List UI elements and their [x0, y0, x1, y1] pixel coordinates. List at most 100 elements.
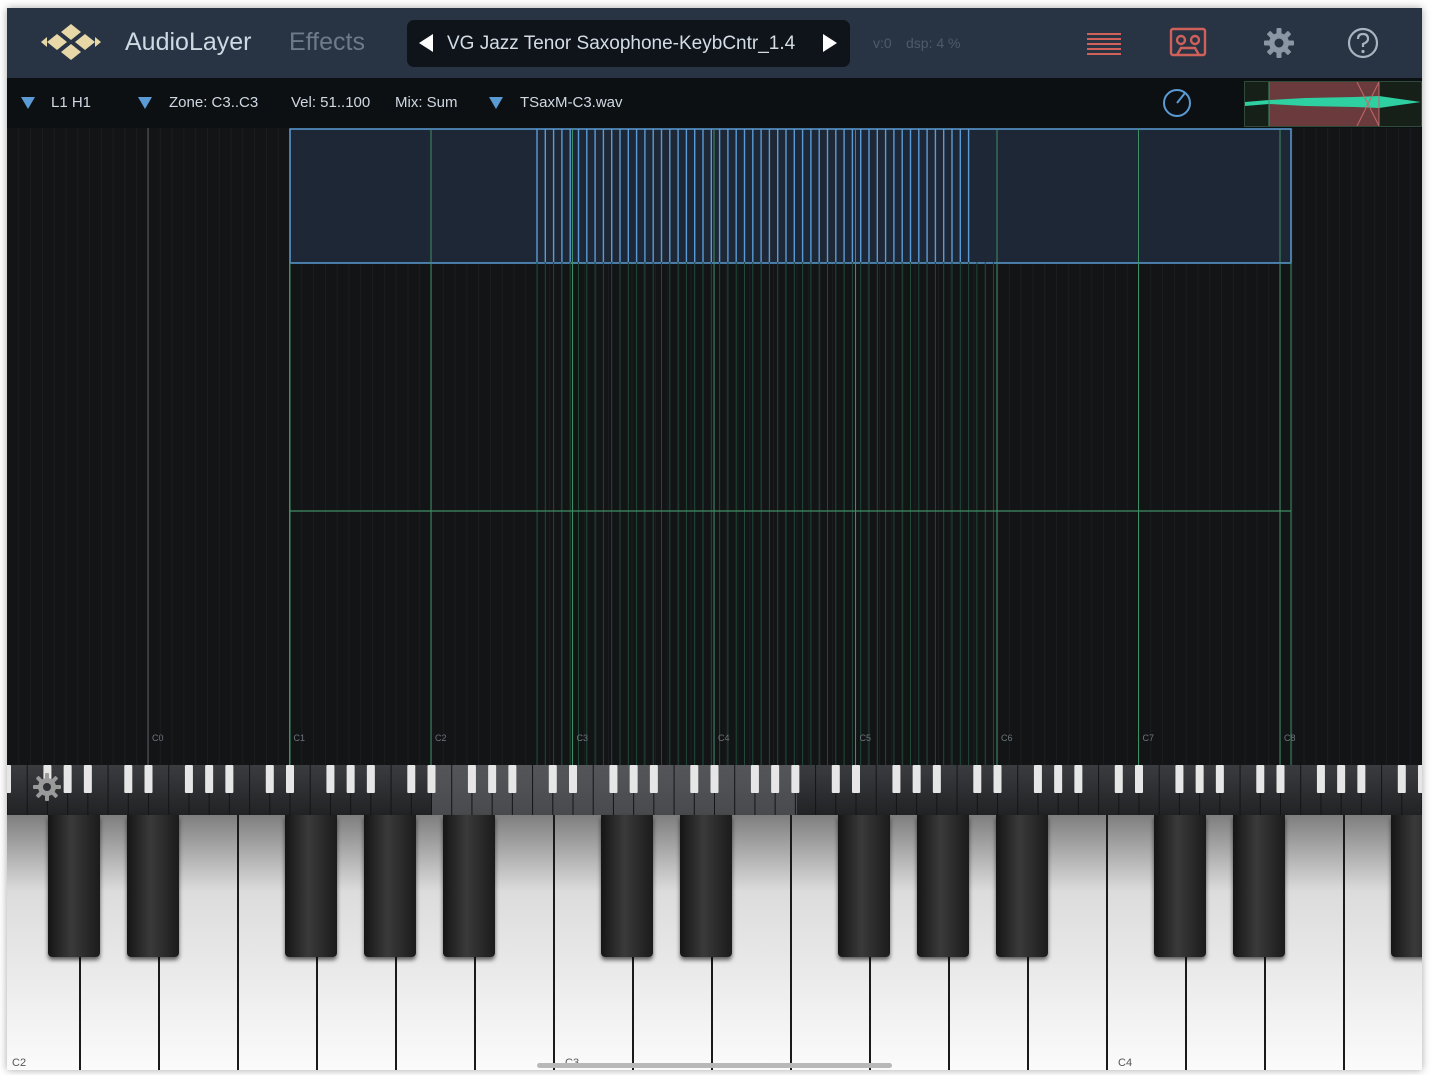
mini-black-key [1256, 765, 1265, 793]
black-key[interactable] [1233, 815, 1285, 957]
black-key[interactable] [364, 815, 416, 957]
mini-black-key [852, 765, 860, 793]
mini-black-key [771, 765, 780, 793]
list-menu-icon[interactable] [1085, 25, 1123, 61]
zone-dropdown-icon[interactable] [137, 96, 153, 110]
velocity-range[interactable]: Vel: 51..100 [291, 94, 370, 111]
octave-label: C1 [294, 733, 306, 743]
mini-black-key [7, 765, 11, 793]
black-key[interactable] [1391, 815, 1422, 957]
mini-black-key [1337, 765, 1346, 793]
layer-dropdown-icon[interactable] [20, 96, 36, 110]
octave-label: C3 [577, 733, 589, 743]
mini-black-key [629, 765, 638, 793]
mini-black-key [649, 765, 658, 793]
mini-black-key [1397, 765, 1406, 793]
mini-black-key [124, 765, 133, 793]
mini-black-key [993, 765, 1002, 793]
gear-icon[interactable] [1260, 25, 1298, 61]
tape-recorder-icon[interactable] [1169, 25, 1207, 61]
mini-black-key [690, 765, 699, 793]
mini-keyboard-canvas[interactable] [7, 765, 1422, 815]
octave-label: C6 [1001, 733, 1013, 743]
audiolayer-logo[interactable] [37, 22, 105, 64]
black-key[interactable] [996, 815, 1048, 957]
mini-black-key [750, 765, 759, 793]
black-key[interactable] [1154, 815, 1206, 957]
mini-black-key [63, 765, 72, 793]
waveform-thumbnail[interactable] [1244, 81, 1422, 127]
help-icon[interactable] [1344, 25, 1382, 61]
black-key[interactable] [838, 815, 890, 957]
octave-label: C5 [860, 733, 872, 743]
mix-mode[interactable]: Mix: Sum [395, 94, 458, 111]
triangle-right-icon[interactable] [819, 31, 841, 55]
mini-black-key [1054, 765, 1063, 793]
mini-black-key [1195, 765, 1204, 793]
mini-black-key [791, 765, 800, 793]
sample-file-name[interactable]: TSaxM-C3.wav [520, 94, 623, 111]
octave-label: C2 [435, 733, 447, 743]
mini-black-key [508, 765, 517, 793]
mini-black-key [488, 765, 497, 793]
mini-black-key [366, 765, 375, 793]
mini-black-key [286, 765, 294, 793]
mini-black-key [1418, 765, 1422, 793]
mini-black-key [427, 765, 436, 793]
preset-selector[interactable]: VG Jazz Tenor Saxophone-KeybCntr_1.4 [407, 20, 850, 67]
black-key[interactable] [917, 815, 969, 957]
mini-black-key [1276, 765, 1285, 793]
sample-dropdown-icon[interactable] [488, 96, 504, 110]
app-title: AudioLayer [125, 28, 252, 56]
mini-black-key [569, 765, 577, 793]
mini-black-key [346, 765, 355, 793]
mini-black-key [609, 765, 618, 793]
mini-black-key [83, 765, 92, 793]
mini-black-key [1175, 765, 1184, 793]
dsp-load: dsp: 4 % [906, 35, 961, 51]
tuner-dial-icon[interactable] [1161, 87, 1193, 119]
black-key[interactable] [680, 815, 732, 957]
zone-map-grid[interactable]: C0 C1 C2 C3 C4 C5 C6 C7 C8 [7, 128, 1422, 765]
black-key[interactable] [285, 815, 337, 957]
mini-black-key [467, 765, 476, 793]
voice-count: v:0 [873, 35, 892, 51]
mini-black-key [144, 765, 153, 793]
mini-black-key [1135, 765, 1143, 793]
black-key[interactable] [443, 815, 495, 957]
black-key[interactable] [601, 815, 653, 957]
mini-black-key [407, 765, 416, 793]
mini-black-key [1033, 765, 1042, 793]
black-key[interactable] [48, 815, 100, 957]
octave-label: C8 [1284, 733, 1296, 743]
octave-label: C4 [718, 733, 730, 743]
key-octave-label: C2 [12, 1057, 27, 1069]
mini-black-key [205, 765, 214, 793]
triangle-left-icon[interactable] [415, 31, 437, 55]
mini-black-key [912, 765, 921, 793]
mini-keyboard-overview[interactable] [7, 765, 1422, 815]
layer-selector[interactable]: L1 H1 [51, 94, 91, 111]
mini-black-key [973, 765, 982, 793]
tab-effects[interactable]: Effects [289, 28, 365, 57]
key-octave-label: C4 [1118, 1057, 1133, 1069]
zone-range[interactable]: Zone: C3..C3 [169, 94, 258, 111]
mini-black-key [892, 765, 901, 793]
mini-black-key [1215, 765, 1224, 793]
black-key[interactable] [127, 815, 179, 957]
mini-black-key [265, 765, 274, 793]
keyboard-scroll-indicator[interactable] [537, 1063, 892, 1068]
mini-black-key [326, 765, 335, 793]
preset-name[interactable]: VG Jazz Tenor Saxophone-KeybCntr_1.4 [447, 33, 795, 55]
mini-black-key [1357, 765, 1366, 793]
mini-black-key [932, 765, 941, 793]
mini-black-key [548, 765, 557, 793]
layer-info-bar: L1 H1 Zone: C3..C3 Vel: 51..100 Mix: Sum… [7, 78, 1422, 128]
mini-black-key [184, 765, 193, 793]
piano-keyboard[interactable]: C2C3C4 [7, 815, 1422, 1070]
audiolayer-app: AudioLayer Effects VG Jazz Tenor Saxopho… [7, 8, 1422, 1070]
mini-black-key [831, 765, 840, 793]
zone-map-canvas[interactable]: C0 C1 C2 C3 C4 C5 C6 C7 C8 [7, 128, 1422, 765]
keyboard-settings-gear-icon[interactable] [31, 771, 63, 803]
mini-black-key [225, 765, 234, 793]
